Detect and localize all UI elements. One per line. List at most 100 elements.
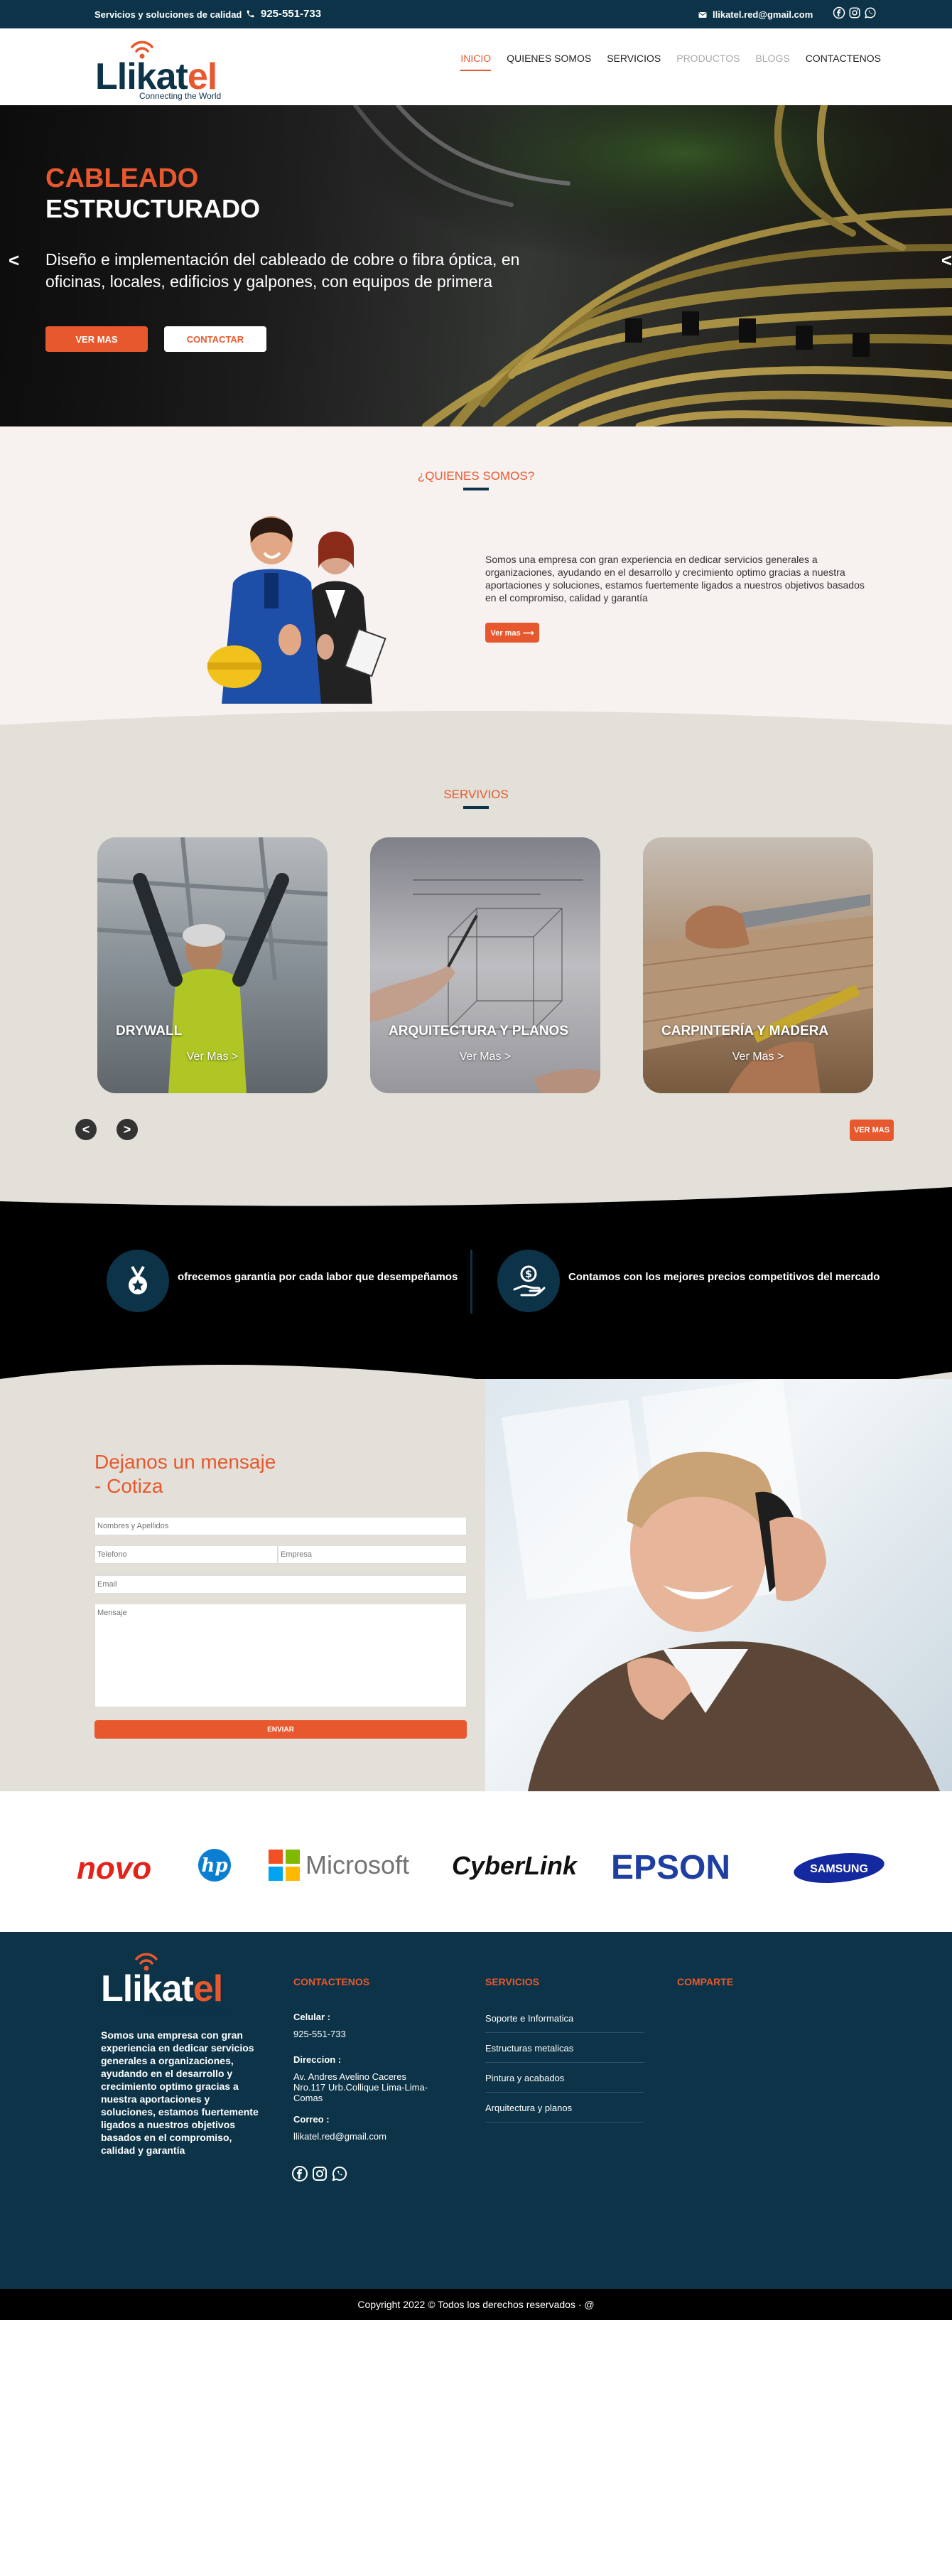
samsung-label: SAMSUNG [810,1863,868,1875]
header: Llikatel Connecting the World INICIO QUI… [0,28,952,105]
nav-productos[interactable]: PRODUCTOS [676,53,740,71]
service-card-title: ARQUITECTURA Y PLANOS [389,1024,569,1039]
footer-mail-value[interactable]: llikatel.red@gmail.com [293,2131,386,2142]
feature-divider [470,1250,472,1314]
main-nav: INICIO QUIENES SOMOS SERVICIOS PRODUCTOS… [460,53,881,71]
whatsapp-icon[interactable] [331,2165,348,2182]
facebook-icon[interactable] [291,2165,308,2182]
about-text: Somos una empresa con gran experiencia e… [485,554,865,603]
topbar-email[interactable]: llikatel.red@gmail.com [698,9,813,20]
nav-contactenos[interactable]: CONTACTENOS [806,53,881,71]
hero-description: Diseño e implementación del cableado de … [45,250,520,291]
submit-button[interactable]: ENVIAR [94,1720,467,1739]
carousel-next-button[interactable]: > [117,1119,138,1140]
footer-services-heading: SERVICIOS [485,1976,539,1987]
services-title: SERVIVIOS [443,788,509,801]
businessman-image [501,1379,940,1791]
footer-service-item[interactable]: Arquitectura y planos [485,2098,644,2122]
top-bar: Servicios y soluciones de calidad 925-55… [0,0,952,28]
nav-servicios[interactable]: SERVICIOS [607,53,661,71]
footer-logo[interactable]: Llikatel Connecting the World [99,1946,256,2017]
brands-strip: novo hp Microsoft CyberLink EPSON SAMSUN… [0,1791,952,1932]
footer-service-item[interactable]: Estructuras metalicas [485,2039,644,2063]
service-card-title: CARPINTERÍA Y MADERA [661,1024,829,1039]
brand-samsung: SAMSUNG [793,1852,885,1887]
carousel-prev-button[interactable]: < [75,1119,97,1140]
footer-cel-value[interactable]: 925-551-733 [293,2029,346,2039]
hero-title-accent: CABLEADO [45,163,199,193]
message-textarea[interactable] [94,1604,467,1707]
money-hand-icon: $ [497,1250,560,1312]
about-title: ¿QUIENES SOMOS? [417,469,535,483]
instagram-icon[interactable] [311,2165,328,2182]
name-input[interactable] [94,1517,467,1535]
service-card-title: DRYWALL [116,1024,183,1039]
footer-services-list: Soporte e Informatica Estructuras metali… [485,2009,644,2128]
topbar-phone[interactable]: 925-551-733 [246,8,321,20]
nav-blogs[interactable]: BLOGS [755,53,789,71]
mail-icon [698,11,707,18]
footer-wordmark: Llikatel [101,1968,223,2010]
topbar-socials [833,6,877,19]
hero-title: ESTRUCTURADO [45,194,260,223]
nav-inicio[interactable]: INICIO [460,53,492,71]
service-card-link[interactable]: Ver Mas > [643,1051,873,1063]
whatsapp-icon[interactable] [864,6,877,19]
services-ver-mas-button[interactable]: VER MAS [850,1120,894,1141]
feature-text: Contamos con los mejores precios competi… [568,1271,880,1283]
footer-cel-label: Celular : [293,2012,331,2022]
brand-lenovo: novo [77,1851,152,1886]
copyright-bar: Copyright 2022 © Todos los derechos rese… [0,2289,952,2320]
service-card-drywall[interactable]: DRYWALL Ver Mas > [97,837,328,1093]
footer-mail-label: Correo : [293,2114,330,2125]
wave-divider [0,711,952,725]
hero-next-arrow[interactable]: < [941,249,952,272]
features-band: ofrecemos garantia por cada labor que de… [0,1166,952,1407]
email-input[interactable] [94,1575,467,1594]
footer-service-item[interactable]: Pintura y acabados [485,2068,644,2093]
footer-share-heading: COMPARTE [677,1976,734,1987]
hero-slider: CABLEADO ESTRUCTURADO Diseño e implement… [0,105,952,426]
about-section: ¿QUIENES SOMOS? Somos una empresa con gr… [0,426,952,725]
hero-prev-arrow[interactable]: < [9,249,19,272]
footer-logo-accent: el [193,1968,223,2009]
facebook-icon[interactable] [833,6,845,19]
service-card-link[interactable]: Ver Mas > [97,1051,328,1063]
feature-text: ofrecemos garantia por cada labor que de… [178,1271,458,1283]
company-input[interactable] [278,1545,467,1564]
microsoft-label: Microsoft [305,1850,410,1879]
phone-input[interactable] [94,1545,278,1564]
hero-contactar-button[interactable]: CONTACTAR [164,326,266,352]
brand-epson: EPSON [611,1849,731,1887]
title-underline [463,806,489,809]
footer-about: Somos una empresa con gran experiencia e… [101,2029,259,2156]
medal-icon [107,1250,169,1312]
nav-quienes-somos[interactable]: QUIENES SOMOS [507,53,591,71]
hp-label: hp [201,1855,227,1877]
footer-logo-subtitle: Connecting the World [145,2005,227,2014]
footer-dir-value: Av. Andres Avelino Caceres Nro.117 Urb.C… [293,2071,428,2103]
brand-hp: hp [198,1848,232,1886]
footer-service-item[interactable]: Soporte e Informatica [485,2009,644,2033]
service-card-carpinteria[interactable]: CARPINTERÍA Y MADERA Ver Mas > [643,837,873,1093]
instagram-icon[interactable] [848,6,861,19]
phone-number: 925-551-733 [261,8,322,20]
logo[interactable]: Llikatel Connecting the World [92,34,234,102]
service-card-arquitectura[interactable]: ARQUITECTURA Y PLANOS Ver Mas > [370,837,600,1093]
logo-subtitle: Connecting the World [139,91,222,101]
hero-ver-mas-button[interactable]: VER MAS [45,326,148,352]
svg-text:$: $ [525,1269,532,1280]
footer-socials [291,2165,348,2182]
microsoft-logo-icon [269,1850,300,1881]
contact-title: Dejanos un mensaje - Cotiza [94,1450,276,1498]
tagline: Servicios y soluciones de calidad [94,9,242,20]
about-ver-mas-button[interactable]: Ver mas ⟶ [485,623,539,643]
email-address: llikatel.red@gmail.com [713,9,813,20]
footer: Llikatel Connecting the World Somos una … [0,1932,952,2289]
footer-logo-main: Llikat [101,1968,194,2009]
footer-contact-heading: CONTACTENOS [293,1976,370,1987]
contact-title-line-2: - Cotiza [94,1475,163,1497]
workers-image [207,516,386,704]
title-underline [463,488,489,490]
service-card-link[interactable]: Ver Mas > [370,1051,600,1063]
